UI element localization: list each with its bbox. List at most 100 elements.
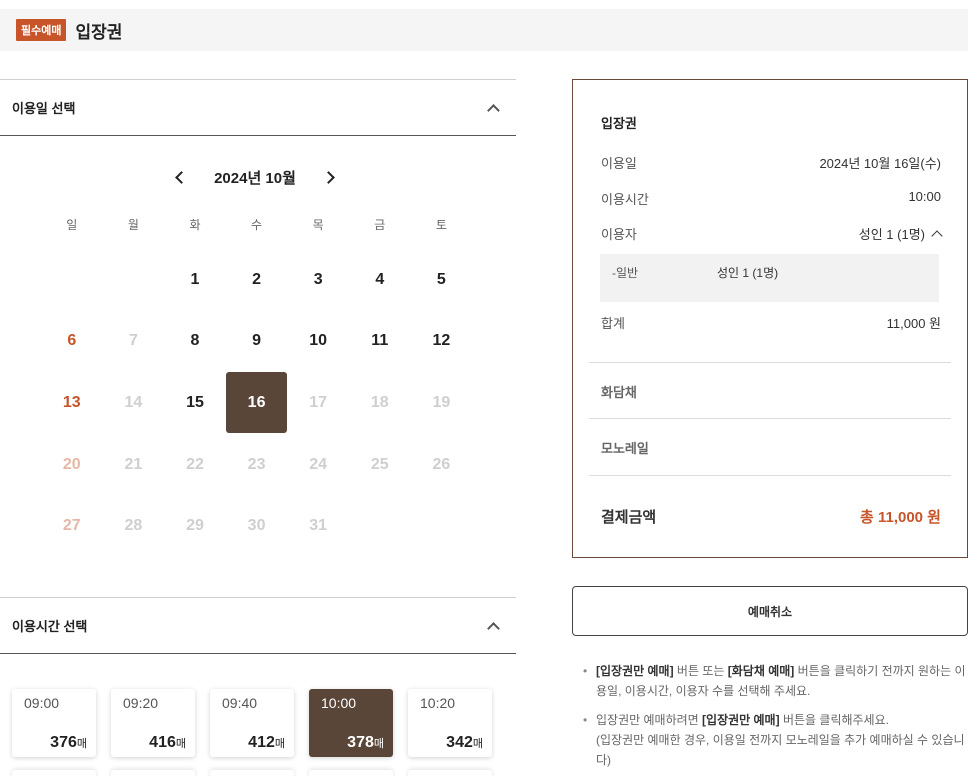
divider [589,475,951,476]
notice-text: 버튼 또는 [673,664,728,678]
calendar-day[interactable]: 5 [411,249,473,311]
calendar-day[interactable]: 13 [41,372,103,434]
summary-date-label: 이용일 [601,156,637,171]
calendar-day: 26 [432,455,451,473]
weekday-label: 일 [66,218,78,232]
notice-item: [입장권만 예매] 버튼 또는 [화담채 예매] 버튼을 클릭하기 전까지 원하… [583,661,968,701]
notice-text: 입장권만 예매하려면 [596,713,703,727]
calendar-day[interactable]: 2 [226,249,288,311]
user-detail-box: -일반 성인 1 (1명) [600,254,939,302]
calendar-day[interactable]: 10 [287,311,349,373]
time-slot-card[interactable]: 09:20 416매 [111,689,195,757]
weekday-label: 화 [189,218,201,232]
time-slot-list: 09:00 376매 09:20 416매 09:40 412매 10:00 378매 10:2… [12,689,492,757]
remaining-count: 416 [149,734,176,751]
divider [589,418,951,419]
calendar-empty-cell [41,249,103,311]
remaining-unit: 매 [175,738,186,750]
calendar-day: 20 [62,455,81,473]
time-slot-remaining: 342매 [446,734,483,752]
calendar-day-selected[interactable]: 16 [226,372,288,434]
calendar-day[interactable]: 1 [164,249,226,311]
calendar-day: 24 [309,455,328,473]
notice-text: (입장권만 예매한 경우, 이용일 전까지 모노레일을 추가 예매하실 수 있습… [596,733,965,767]
calendar-day[interactable]: 3 [287,249,349,311]
time-slot-card[interactable]: 09:40 412매 [210,689,294,757]
summary-user-row[interactable]: 이용자 성인 1 (1명) [601,224,943,243]
summary-user-label: 이용자 [601,227,637,242]
calendar-day[interactable]: 9 [226,311,288,373]
time-slot-row-partial [12,770,492,776]
time-slot-remaining: 376매 [50,734,87,752]
required-badge: 필수예매 [16,19,67,41]
time-section-header[interactable]: 이용시간 선택 [0,597,516,654]
remaining-count: 342 [446,734,473,751]
product-title: 입장권 [75,22,123,42]
calendar-day[interactable]: 12 [411,311,473,373]
calendar-day: 18 [370,393,389,411]
time-slot-time: 09:00 [24,695,60,711]
remaining-count: 412 [248,734,275,751]
notice-keyword: [화담채 예매] [727,664,795,678]
calendar-day[interactable]: 8 [164,311,226,373]
chevron-right-icon [322,170,336,184]
calendar-day: 29 [186,517,204,535]
calendar-day: 19 [432,393,451,411]
calendar-day: 22 [186,455,204,473]
cancel-reservation-button[interactable]: 예매취소 [572,586,968,636]
time-slot-time: 09:20 [123,695,159,711]
remaining-unit: 매 [472,738,483,750]
payment-value: 총 11,000 원 [860,509,941,526]
weekday-label: 수 [251,218,263,232]
remaining-unit: 매 [76,738,87,750]
time-slot-time: 09:40 [222,695,258,711]
time-slot-time: 10:00 [321,695,357,711]
summary-total-row: 합계 11,000 원 [601,313,941,332]
calendar-day[interactable]: 15 [164,372,226,434]
order-summary-panel: 입장권 이용일 2024년 10월 16일(수) 이용시간 10:00 이용자 … [572,79,968,558]
weekday-label: 금 [374,218,386,232]
notice-item: 입장권만 예매하려면 [입장권만 예매] 버튼을 클릭해주세요. (입장권만 예매… [583,710,968,770]
time-slot-card[interactable] [111,770,195,776]
date-section-header[interactable]: 이용일 선택 [0,79,516,136]
summary-date-value: 2024년 10월 16일(수) [819,156,941,171]
calendar-day[interactable]: 11 [349,311,411,373]
summary-time-label: 이용시간 [601,192,649,207]
notice-keyword: [입장권만 예매] [702,713,780,727]
time-slot-card[interactable] [210,770,294,776]
time-slot-card[interactable] [12,770,96,776]
time-slot-card[interactable] [408,770,492,776]
calendar-day: 28 [124,517,143,535]
notice-list: [입장권만 예매] 버튼 또는 [화담채 예매] 버튼을 클릭하기 전까지 원하… [583,661,968,776]
calendar-day[interactable]: 4 [349,249,411,311]
time-slot-remaining: 416매 [149,734,186,752]
time-section-title: 이용시간 선택 [12,619,88,634]
calendar-day: 7 [128,332,138,350]
time-slot-selected[interactable]: 10:00 378매 [309,689,393,757]
summary-date-row: 이용일 2024년 10월 16일(수) [601,153,941,172]
time-slot-card[interactable]: 09:00 376매 [12,689,96,757]
time-slot-time: 10:20 [420,695,456,711]
chevron-up-icon [931,230,943,242]
chevron-up-icon[interactable] [487,103,500,117]
summary-user-toggle[interactable]: 성인 1 (1명) [859,224,943,243]
time-slot-card[interactable] [309,770,393,776]
summary-time-row: 이용시간 10:00 [601,189,941,208]
calendar-day: 14 [124,393,143,411]
next-month-button[interactable] [322,163,340,191]
time-slot-remaining: 378매 [347,734,384,752]
calendar-grid: 1 2 3 4 5 6 7 8 9 10 11 12 13 14 15 16 17 18 19 20 21 22 23 24 2… [41,249,472,557]
remaining-unit: 매 [274,738,285,750]
chevron-left-icon [174,170,188,184]
calendar-day: 31 [309,517,328,535]
remaining-count: 376 [50,734,77,751]
prev-month-button[interactable] [170,163,188,191]
user-type-value: 성인 1 (1명) [717,266,779,280]
calendar-day[interactable]: 6 [41,311,103,373]
weekday-label: 토 [435,218,447,232]
calendar-day: 25 [370,455,389,473]
time-slot-card[interactable]: 10:20 342매 [408,689,492,757]
remaining-count: 378 [347,734,374,751]
month-label: 2024년 10월 [214,169,296,187]
chevron-up-icon[interactable] [487,621,500,635]
